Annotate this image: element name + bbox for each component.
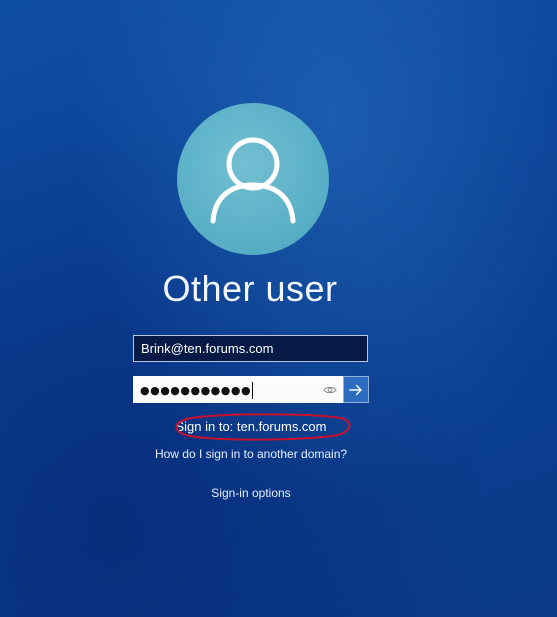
signin-options-link[interactable]: Sign-in options bbox=[0, 486, 502, 500]
submit-button[interactable] bbox=[343, 376, 369, 403]
user-avatar bbox=[177, 103, 329, 255]
arrow-right-icon bbox=[349, 384, 362, 395]
user-silhouette-icon bbox=[210, 137, 296, 224]
reveal-password-button[interactable] bbox=[320, 379, 340, 400]
password-masked-text: ●●●●●●●●●●● bbox=[140, 384, 252, 397]
red-circle-annotation bbox=[175, 413, 351, 441]
lock-screen: Other user Brink@ten.forums.com ●●●●●●●●… bbox=[0, 0, 557, 617]
text-caret bbox=[252, 381, 254, 399]
other-domain-link[interactable]: How do I sign in to another domain? bbox=[0, 447, 502, 461]
username-input[interactable]: Brink@ten.forums.com bbox=[133, 335, 368, 362]
user-name-heading: Other user bbox=[162, 268, 338, 309]
eye-icon bbox=[323, 386, 337, 393]
password-input[interactable]: ●●●●●●●●●●● bbox=[133, 376, 343, 403]
